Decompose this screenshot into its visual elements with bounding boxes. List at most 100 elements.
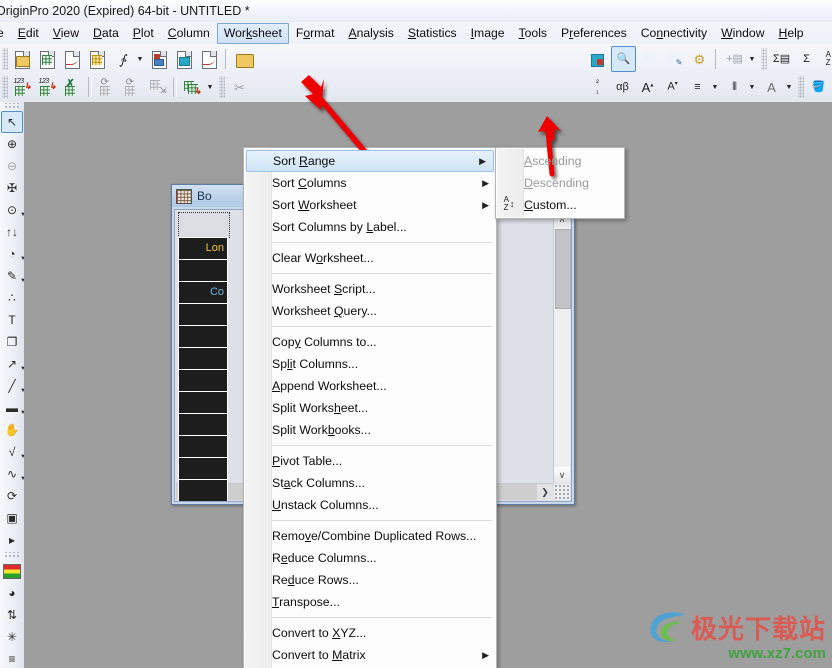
- window-size-grip[interactable]: [554, 484, 570, 500]
- worksheet-row-header[interactable]: [178, 435, 228, 458]
- toolbar-grip[interactable]: [2, 48, 8, 70]
- menu-item-copy-columns-to[interactable]: Copy Columns to...: [244, 331, 496, 353]
- regional-mask-tool[interactable]: ∴: [1, 287, 23, 309]
- add-layer-button[interactable]: +▤: [723, 47, 746, 71]
- new-layout-button[interactable]: [148, 47, 171, 71]
- zoom-data-button[interactable]: 🔍: [611, 46, 636, 72]
- menu-item-append-worksheet[interactable]: Append Worksheet...: [244, 375, 496, 397]
- menubar-item-format[interactable]: Format: [289, 23, 342, 44]
- menu-item-pivot-table[interactable]: Pivot Table...: [244, 450, 496, 472]
- menubar-item-analysis[interactable]: Analysis: [341, 23, 400, 44]
- menu-item-stack-columns[interactable]: Stack Columns...: [244, 472, 496, 494]
- worksheet-data-button[interactable]: [638, 47, 661, 71]
- left-toolbar-grip-2[interactable]: [3, 552, 21, 559]
- menubar-item-window[interactable]: Window: [714, 23, 771, 44]
- duplicate-sheet-dropdown[interactable]: ▼: [206, 75, 216, 99]
- arrow-tool[interactable]: ↗▼: [1, 353, 24, 375]
- add-new-columns-button[interactable]: ⇲: [146, 75, 169, 99]
- zoom-out-tool[interactable]: ⊖: [1, 155, 23, 177]
- draw-data-tool[interactable]: ✎▼: [1, 265, 24, 287]
- text-tool[interactable]: T: [1, 309, 23, 331]
- toolbar-grip-4[interactable]: [761, 48, 767, 70]
- subscript-superscript-button[interactable]: ²₁: [586, 75, 609, 99]
- scroll-down-arrow[interactable]: ∨: [554, 467, 570, 483]
- menubar-item-view[interactable]: View: [46, 23, 86, 44]
- font-color-dropdown[interactable]: ▼: [785, 75, 795, 99]
- worksheet-row-header[interactable]: Co: [178, 281, 228, 304]
- gear-icon-button[interactable]: ⚙: [688, 47, 711, 71]
- add-layer-dropdown[interactable]: ▼: [748, 47, 758, 71]
- toolbar-grip-2[interactable]: [2, 76, 8, 98]
- worksheet-row-header[interactable]: [178, 303, 228, 326]
- menubar-item-image[interactable]: Image: [464, 23, 512, 44]
- menu-item-sort-columns[interactable]: Sort Columns ▶: [244, 172, 496, 194]
- cut-button[interactable]: ✂: [228, 75, 251, 99]
- increase-font-button[interactable]: A▴: [636, 75, 659, 99]
- reimport-file-button[interactable]: ⟳: [121, 75, 144, 99]
- menubar-item-connectivity[interactable]: Connectivity: [634, 23, 714, 44]
- worksheet-row-header[interactable]: [178, 259, 228, 282]
- pointer-tool[interactable]: ↖: [1, 111, 23, 133]
- menubar-item-plot[interactable]: Plot: [126, 23, 161, 44]
- refresh-import-button[interactable]: ⟳: [96, 75, 119, 99]
- menu-item-convert-to-matrix[interactable]: Convert to Matrix ▶: [244, 644, 496, 666]
- new-function-plot-dropdown[interactable]: ▼: [136, 47, 146, 71]
- screen-reader-tool[interactable]: ⊙▼: [1, 199, 24, 221]
- worksheet-row-header[interactable]: [178, 369, 228, 392]
- duplicate-sheet-button[interactable]: ↳: [181, 75, 204, 99]
- menu-item-transpose[interactable]: Transpose...: [244, 591, 496, 613]
- menu-item-sort-columns-by-label[interactable]: Sort Columns by Label...: [244, 216, 496, 238]
- line-tool[interactable]: ╱▼: [1, 375, 24, 397]
- toolbar-grip-3[interactable]: [219, 76, 225, 98]
- asterisk-tool[interactable]: ✳: [1, 626, 23, 648]
- menubar-item-data[interactable]: Data: [86, 23, 126, 44]
- vertical-scrollbar[interactable]: ∧ ∨: [553, 211, 571, 483]
- new-project-button[interactable]: [11, 47, 34, 71]
- sum-statistics-button[interactable]: Σ▤: [770, 47, 793, 71]
- menubar-item-help[interactable]: Help: [772, 23, 811, 44]
- gradient-tool[interactable]: ◕: [1, 582, 23, 604]
- statistics-on-columns-button[interactable]: Σ: [795, 47, 818, 71]
- line-pattern-button[interactable]: ⦀: [723, 75, 746, 99]
- expand-toolbar[interactable]: ▸: [1, 529, 23, 551]
- import-single-ascii-button[interactable]: 123 ↳: [11, 75, 34, 99]
- paint-bucket-button[interactable]: 🪣: [807, 75, 830, 99]
- font-color-button[interactable]: A: [760, 75, 783, 99]
- worksheet-row-header[interactable]: Lon: [178, 237, 228, 260]
- hand-tool[interactable]: ✋: [1, 419, 23, 441]
- worksheet-row-header[interactable]: [178, 479, 228, 501]
- menubar-item-edit[interactable]: Edit: [11, 23, 46, 44]
- line-pattern-dropdown[interactable]: ▼: [748, 75, 758, 99]
- color-stripe-tool[interactable]: [1, 560, 23, 582]
- rectangle-tool[interactable]: ▬▼: [1, 397, 24, 419]
- left-toolbar-grip[interactable]: [3, 103, 21, 110]
- menu-item-worksheet-script[interactable]: Worksheet Script...: [244, 278, 496, 300]
- new-function-plot-button[interactable]: ∱: [111, 47, 134, 71]
- menu-item-split-worksheet[interactable]: Split Worksheet...: [244, 397, 496, 419]
- menu-item-split-columns[interactable]: Split Columns...: [244, 353, 496, 375]
- data-reader-tool[interactable]: ✠: [1, 177, 23, 199]
- mask-points-button[interactable]: [586, 47, 609, 71]
- menubar-item-e[interactable]: e: [0, 23, 11, 44]
- vertical-scroll-thumb[interactable]: [555, 229, 571, 309]
- toolbar-grip-5[interactable]: [798, 76, 804, 98]
- menu-item-reduce-columns[interactable]: Reduce Columns...: [244, 547, 496, 569]
- data-selector-tool[interactable]: ↑↓: [1, 221, 23, 243]
- new-notes-button[interactable]: [173, 47, 196, 71]
- region-tool[interactable]: √▼: [1, 441, 24, 463]
- menubar-item-statistics[interactable]: Statistics: [401, 23, 464, 44]
- swap-columns-tool[interactable]: ⇅: [1, 604, 23, 626]
- menu-item-reduce-rows[interactable]: Reduce Rows...: [244, 569, 496, 591]
- decrease-font-button[interactable]: A▾: [661, 75, 684, 99]
- menu-item-unstack-columns[interactable]: Unstack Columns...: [244, 494, 496, 516]
- text-align-dropdown[interactable]: ▼: [711, 75, 721, 99]
- menu-item-sort-worksheet[interactable]: Sort Worksheet ▶: [244, 194, 496, 216]
- new-excel-button[interactable]: [198, 47, 221, 71]
- menu-item-convert-to-xyz[interactable]: Convert to XYZ...: [244, 622, 496, 644]
- import-multiple-ascii-button[interactable]: 123 ↳: [36, 75, 59, 99]
- menu-item-sort-range[interactable]: Sort Range ▶: [246, 150, 494, 172]
- menubar-item-column[interactable]: Column: [161, 23, 217, 44]
- worksheet-row-header[interactable]: [178, 413, 228, 436]
- greek-symbol-button[interactable]: αβ: [611, 75, 634, 99]
- list-tool[interactable]: ≡: [1, 648, 23, 668]
